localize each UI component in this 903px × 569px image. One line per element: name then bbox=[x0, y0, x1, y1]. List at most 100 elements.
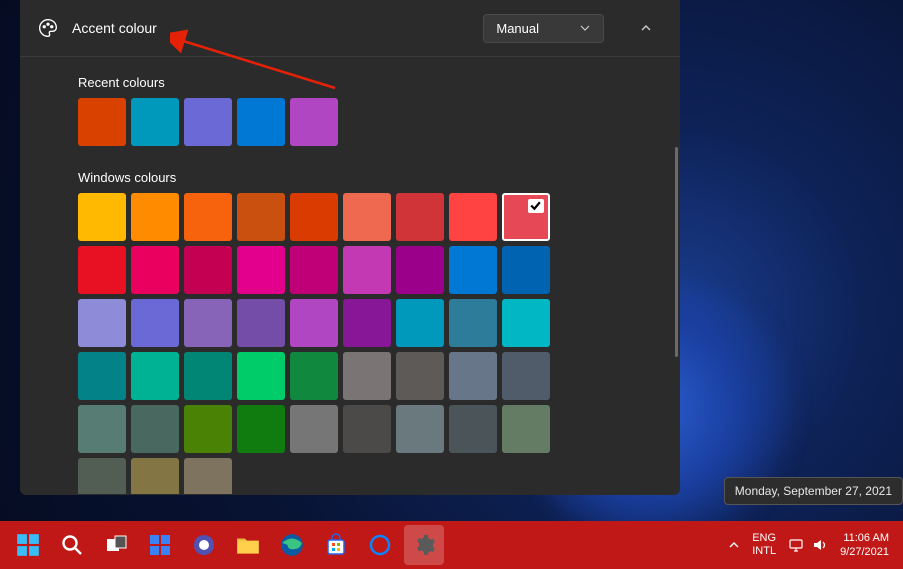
chevron-down-icon bbox=[579, 22, 591, 34]
windows-swatch[interactable] bbox=[131, 405, 179, 453]
windows-swatch[interactable] bbox=[449, 352, 497, 400]
windows-swatch[interactable] bbox=[237, 246, 285, 294]
clock[interactable]: 11:06 AM 9/27/2021 bbox=[840, 531, 895, 560]
windows-swatch[interactable] bbox=[396, 299, 444, 347]
accent-colour-panel: Accent colour Manual Recent colours Wind… bbox=[20, 0, 680, 495]
checkmark-icon bbox=[529, 199, 542, 212]
windows-swatch[interactable] bbox=[449, 193, 497, 241]
start-button[interactable] bbox=[8, 525, 48, 565]
taskbar: ENG INTL 11:06 AM 9/27/2021 bbox=[0, 521, 903, 569]
recent-swatch[interactable] bbox=[184, 98, 232, 146]
task-view-button[interactable] bbox=[96, 525, 136, 565]
widgets-button[interactable] bbox=[140, 525, 180, 565]
windows-swatch[interactable] bbox=[78, 405, 126, 453]
task-view-icon bbox=[104, 533, 128, 557]
windows-swatch[interactable] bbox=[290, 246, 338, 294]
windows-swatch[interactable] bbox=[184, 193, 232, 241]
windows-swatch[interactable] bbox=[78, 352, 126, 400]
windows-swatch[interactable] bbox=[184, 299, 232, 347]
lang-top: ENG bbox=[752, 532, 776, 545]
panel-body: Recent colours Windows colours bbox=[20, 57, 680, 494]
windows-swatch[interactable] bbox=[343, 299, 391, 347]
system-tray[interactable] bbox=[728, 539, 740, 551]
windows-swatch[interactable] bbox=[396, 352, 444, 400]
store-button[interactable] bbox=[316, 525, 356, 565]
windows-swatch[interactable] bbox=[131, 299, 179, 347]
windows-swatch[interactable] bbox=[184, 246, 232, 294]
windows-swatch[interactable] bbox=[290, 193, 338, 241]
edge-icon bbox=[279, 532, 305, 558]
gear-icon bbox=[412, 533, 436, 557]
windows-swatch[interactable] bbox=[343, 405, 391, 453]
windows-swatch[interactable] bbox=[184, 458, 232, 494]
dropdown-value: Manual bbox=[496, 21, 539, 36]
windows-swatch[interactable] bbox=[502, 352, 550, 400]
folder-icon bbox=[235, 532, 261, 558]
edge-button[interactable] bbox=[272, 525, 312, 565]
collapse-button[interactable] bbox=[630, 12, 662, 44]
windows-swatch[interactable] bbox=[184, 405, 232, 453]
windows-swatch[interactable] bbox=[290, 405, 338, 453]
recent-colours-label: Recent colours bbox=[78, 75, 662, 90]
palette-icon bbox=[38, 18, 58, 38]
windows-logo-icon bbox=[15, 532, 41, 558]
windows-swatch[interactable] bbox=[343, 193, 391, 241]
settings-button[interactable] bbox=[404, 525, 444, 565]
windows-swatch[interactable] bbox=[290, 299, 338, 347]
windows-swatch[interactable] bbox=[343, 246, 391, 294]
windows-swatch[interactable] bbox=[290, 352, 338, 400]
windows-swatch[interactable] bbox=[396, 246, 444, 294]
chat-icon bbox=[192, 533, 216, 557]
date-tooltip: Monday, September 27, 2021 bbox=[724, 477, 903, 505]
windows-swatch[interactable] bbox=[131, 458, 179, 494]
windows-swatch[interactable] bbox=[237, 193, 285, 241]
chevron-up-icon bbox=[640, 22, 652, 34]
cortana-button[interactable] bbox=[360, 525, 400, 565]
windows-swatch[interactable] bbox=[131, 246, 179, 294]
tray-chevron-up-icon bbox=[728, 539, 740, 551]
windows-swatch[interactable] bbox=[502, 193, 550, 241]
windows-swatch[interactable] bbox=[184, 352, 232, 400]
windows-swatch[interactable] bbox=[396, 193, 444, 241]
clock-date: 9/27/2021 bbox=[840, 545, 889, 559]
file-explorer-button[interactable] bbox=[228, 525, 268, 565]
windows-swatch[interactable] bbox=[237, 299, 285, 347]
windows-swatch[interactable] bbox=[78, 246, 126, 294]
store-icon bbox=[324, 533, 348, 557]
language-indicator[interactable]: ENG INTL bbox=[752, 532, 776, 558]
windows-colours-label: Windows colours bbox=[78, 170, 662, 185]
windows-swatch[interactable] bbox=[131, 193, 179, 241]
taskbar-right: ENG INTL 11:06 AM 9/27/2021 bbox=[728, 531, 895, 560]
windows-swatch[interactable] bbox=[237, 352, 285, 400]
windows-swatch[interactable] bbox=[78, 299, 126, 347]
network-volume-group[interactable] bbox=[788, 538, 828, 552]
search-button[interactable] bbox=[52, 525, 92, 565]
chat-button[interactable] bbox=[184, 525, 224, 565]
windows-swatch[interactable] bbox=[78, 193, 126, 241]
windows-swatch[interactable] bbox=[396, 405, 444, 453]
windows-swatch[interactable] bbox=[449, 405, 497, 453]
clock-time: 11:06 AM bbox=[840, 531, 889, 545]
taskbar-left bbox=[8, 525, 444, 565]
windows-swatch[interactable] bbox=[131, 352, 179, 400]
windows-swatch[interactable] bbox=[237, 405, 285, 453]
widgets-icon bbox=[148, 533, 172, 557]
windows-swatch[interactable] bbox=[502, 405, 550, 453]
windows-swatch[interactable] bbox=[449, 299, 497, 347]
recent-swatch[interactable] bbox=[237, 98, 285, 146]
circle-icon bbox=[368, 533, 392, 557]
windows-swatch[interactable] bbox=[343, 352, 391, 400]
windows-swatch[interactable] bbox=[78, 458, 126, 494]
recent-swatch[interactable] bbox=[78, 98, 126, 146]
windows-swatch[interactable] bbox=[502, 246, 550, 294]
panel-header[interactable]: Accent colour Manual bbox=[20, 0, 680, 57]
volume-icon bbox=[812, 538, 828, 552]
scrollbar-thumb[interactable] bbox=[675, 147, 678, 357]
accent-mode-dropdown[interactable]: Manual bbox=[483, 14, 604, 43]
windows-swatch[interactable] bbox=[502, 299, 550, 347]
recent-swatch[interactable] bbox=[290, 98, 338, 146]
recent-colours-row bbox=[78, 98, 558, 146]
recent-swatch[interactable] bbox=[131, 98, 179, 146]
windows-swatch[interactable] bbox=[449, 246, 497, 294]
network-icon bbox=[788, 538, 804, 552]
